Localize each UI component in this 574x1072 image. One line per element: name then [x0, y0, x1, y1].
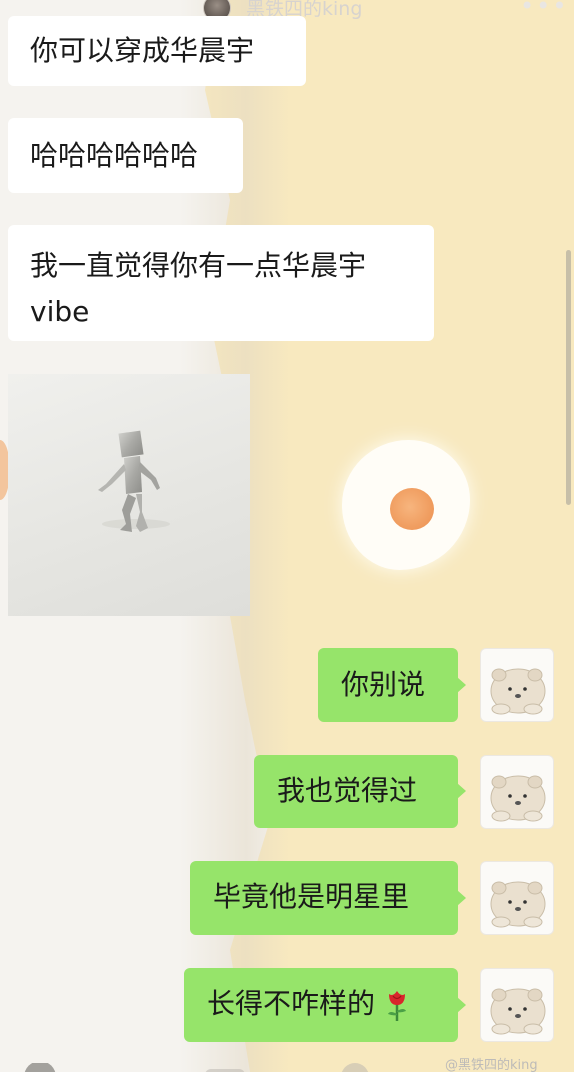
fried-egg-yolk	[390, 488, 434, 530]
bear-avatar-icon[interactable]	[480, 861, 554, 935]
message-text: 你可以穿成华晨宇	[30, 34, 255, 67]
message-bubble-outgoing[interactable]: 毕竟他是明星里	[190, 861, 458, 935]
message-bubble-incoming[interactable]: 你可以穿成华晨宇	[8, 16, 306, 86]
message-text: 长得不咋样的	[207, 987, 376, 1020]
message-text-line: vibe	[30, 295, 90, 328]
message-bubble-outgoing[interactable]: 我也觉得过	[254, 755, 458, 828]
message-text: 你别说	[341, 668, 426, 701]
message-image[interactable]	[8, 374, 250, 616]
bubble-tail	[457, 997, 466, 1013]
more-dots-icon[interactable]: •••	[520, 0, 566, 18]
bear-avatar-icon[interactable]	[480, 755, 554, 829]
message-text: 我也觉得过	[277, 774, 418, 807]
message-bubble-incoming[interactable]: 哈哈哈哈哈哈	[8, 118, 243, 193]
bear-avatar-icon[interactable]	[480, 648, 554, 722]
bear-avatar-icon[interactable]	[480, 968, 554, 1042]
message-bubble-outgoing[interactable]: 长得不咋样的	[184, 968, 458, 1042]
message-text-line: 我一直觉得你有一点华晨宇	[30, 249, 367, 282]
rose-icon	[384, 988, 410, 1022]
message-text: 哈哈哈哈哈哈	[30, 139, 199, 172]
bubble-tail	[457, 890, 466, 906]
bubble-tail	[457, 677, 466, 693]
watermark: @黑铁四的king	[445, 1058, 538, 1072]
message-text: 毕竟他是明星里	[213, 880, 410, 913]
bubble-tail	[457, 783, 466, 799]
figure-sculpture-image	[98, 430, 170, 532]
scrollbar-thumb[interactable]	[566, 250, 571, 505]
message-bubble-outgoing[interactable]: 你别说	[318, 648, 458, 722]
message-bubble-incoming[interactable]: 我一直觉得你有一点华晨宇 vibe	[8, 225, 434, 341]
